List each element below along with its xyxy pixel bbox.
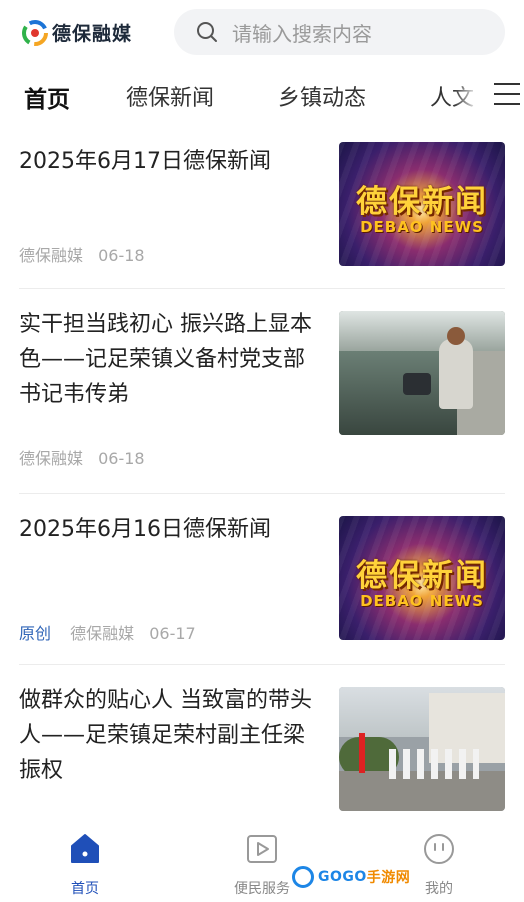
news-title: 做群众的贴心人 当致富的带头人——足荣镇足荣村副主任梁振权 [19, 688, 312, 783]
play-icon [247, 835, 277, 863]
logo-mark-icon [22, 19, 48, 46]
news-title: 实干担当践初心 振兴路上显本色——记足荣镇义备村党支部书记韦传弟 [19, 312, 312, 407]
watermark: GOGO 手游网 [292, 866, 410, 888]
news-date: 06-18 [98, 449, 145, 468]
tab-township-news[interactable]: 乡镇动态 [278, 80, 366, 112]
news-item[interactable]: 做群众的贴心人 当致富的带头人——足荣镇足荣村副主任梁振权 [19, 665, 505, 835]
news-thumbnail: 德保新闻 DEBAO NEWS [339, 142, 505, 266]
nav-home-label: 首页 [71, 881, 99, 897]
news-thumbnail [339, 687, 505, 811]
news-source: 德保融媒 [19, 449, 84, 468]
search-placeholder: 请输入搜索内容 [232, 21, 372, 46]
photo-flag [359, 733, 365, 773]
original-badge: 原创 [19, 624, 52, 643]
photo-people [389, 749, 479, 779]
news-feed: 2025年6月17日德保新闻 德保融媒 06-18 德保新闻 DEBAO NEW… [0, 126, 524, 835]
app-logo: 德保融媒 [22, 19, 132, 46]
banner-subtitle: DEBAO NEWS [360, 592, 484, 610]
news-meta: 德保融媒 06-18 [19, 445, 145, 469]
photo-roof [339, 311, 505, 351]
news-item[interactable]: 实干担当践初心 振兴路上显本色——记足荣镇义备村党支部书记韦传弟 德保融媒 06… [19, 289, 505, 494]
smile-icon [424, 834, 454, 864]
banner-title: 德保新闻 [356, 558, 488, 594]
photo-person [439, 339, 473, 409]
app-name: 德保融媒 [52, 23, 133, 45]
news-thumbnail [339, 311, 505, 435]
news-source: 德保融媒 [70, 624, 135, 643]
watermark-text-cn: 手游网 [366, 870, 411, 886]
watermark-text-en: GOGO [318, 869, 367, 885]
menu-icon-bar [494, 103, 520, 105]
tab-home[interactable]: 首页 [24, 80, 70, 114]
news-meta: 德保融媒 06-18 [19, 242, 145, 266]
news-thumbnail: 德保新闻 DEBAO NEWS [339, 516, 505, 640]
nav-mine[interactable]: 我的 [379, 832, 499, 898]
watermark-logo-icon [292, 866, 314, 888]
banner-subtitle: DEBAO NEWS [360, 218, 484, 236]
news-date: 06-17 [149, 624, 196, 643]
home-icon [71, 834, 99, 863]
news-item[interactable]: 2025年6月16日德保新闻 原创 德保融媒 06-17 德保新闻 DEBAO … [19, 494, 505, 665]
news-meta: 原创 德保融媒 06-17 [19, 620, 196, 644]
top-header: 德保融媒 请输入搜索内容 [0, 0, 524, 66]
menu-icon [494, 83, 520, 85]
nav-home[interactable]: 首页 [25, 832, 145, 898]
news-source: 德保融媒 [19, 246, 84, 265]
bottom-navigation: 首页 便民服务 我的 [0, 826, 524, 902]
channel-menu-button[interactable] [454, 66, 524, 126]
search-bar[interactable]: 请输入搜索内容 [174, 9, 505, 55]
photo-bucket [403, 373, 431, 395]
news-title: 2025年6月16日德保新闻 [19, 517, 271, 542]
news-title: 2025年6月17日德保新闻 [19, 149, 271, 174]
photo-person-head [447, 327, 465, 345]
menu-icon-bar [494, 93, 520, 95]
news-date: 06-18 [98, 246, 145, 265]
nav-services[interactable]: 便民服务 [202, 832, 322, 898]
category-tabs: 首页 德保新闻 乡镇动态 人文 [0, 66, 524, 126]
search-icon [197, 22, 217, 42]
news-item[interactable]: 2025年6月17日德保新闻 德保融媒 06-18 德保新闻 DEBAO NEW… [19, 126, 505, 289]
banner-title: 德保新闻 [356, 184, 488, 220]
tab-debao-news[interactable]: 德保新闻 [126, 80, 214, 112]
